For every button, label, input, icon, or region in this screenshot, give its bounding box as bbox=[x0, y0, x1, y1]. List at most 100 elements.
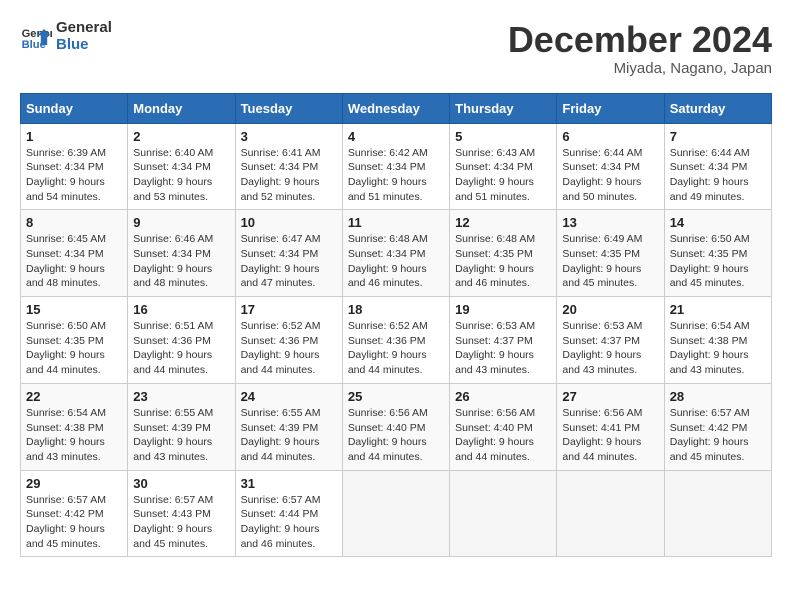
day-number: 19 bbox=[455, 302, 551, 317]
calendar-cell bbox=[342, 470, 449, 557]
col-header-thursday: Thursday bbox=[450, 93, 557, 123]
day-number: 2 bbox=[133, 129, 229, 144]
calendar-cell: 17Sunrise: 6:52 AMSunset: 4:36 PMDayligh… bbox=[235, 297, 342, 384]
calendar-header-row: SundayMondayTuesdayWednesdayThursdayFrid… bbox=[21, 93, 772, 123]
day-number: 29 bbox=[26, 476, 122, 491]
calendar-cell: 31Sunrise: 6:57 AMSunset: 4:44 PMDayligh… bbox=[235, 470, 342, 557]
day-number: 23 bbox=[133, 389, 229, 404]
day-number: 22 bbox=[26, 389, 122, 404]
day-detail: Sunrise: 6:57 AMSunset: 4:43 PMDaylight:… bbox=[133, 493, 229, 552]
day-detail: Sunrise: 6:48 AMSunset: 4:34 PMDaylight:… bbox=[348, 232, 444, 291]
calendar-cell: 7 Sunrise: 6:44 AMSunset: 4:34 PMDaylight… bbox=[664, 123, 771, 210]
day-detail: Sunrise: 6:42 AMSunset: 4:34 PMDaylight:… bbox=[348, 146, 444, 205]
day-number: 24 bbox=[241, 389, 337, 404]
calendar-cell: 8Sunrise: 6:45 AMSunset: 4:34 PMDaylight… bbox=[21, 210, 128, 297]
calendar-cell bbox=[557, 470, 664, 557]
day-detail: Sunrise: 6:54 AMSunset: 4:38 PMDaylight:… bbox=[670, 319, 766, 378]
calendar-cell: 2 Sunrise: 6:40 AMSunset: 4:34 PMDaylight… bbox=[128, 123, 235, 210]
day-detail: Sunrise: 6:50 AMSunset: 4:35 PMDaylight:… bbox=[26, 319, 122, 378]
calendar-week-2: 8Sunrise: 6:45 AMSunset: 4:34 PMDaylight… bbox=[21, 210, 772, 297]
col-header-saturday: Saturday bbox=[664, 93, 771, 123]
day-detail: Sunrise: 6:49 AMSunset: 4:35 PMDaylight:… bbox=[562, 232, 658, 291]
col-header-monday: Monday bbox=[128, 93, 235, 123]
day-number: 10 bbox=[241, 215, 337, 230]
day-number: 18 bbox=[348, 302, 444, 317]
day-detail: Sunrise: 6:55 AMSunset: 4:39 PMDaylight:… bbox=[133, 406, 229, 465]
day-number: 14 bbox=[670, 215, 766, 230]
logo-icon: General Blue bbox=[20, 21, 52, 53]
calendar-cell: 20 Sunrise: 6:53 AMSunset: 4:37 PMDayligh… bbox=[557, 297, 664, 384]
col-header-wednesday: Wednesday bbox=[342, 93, 449, 123]
day-number: 7 bbox=[670, 129, 766, 144]
calendar-cell: 24Sunrise: 6:55 AMSunset: 4:39 PMDayligh… bbox=[235, 383, 342, 470]
logo-blue: Blue bbox=[56, 37, 112, 54]
day-detail: Sunrise: 6:43 AMSunset: 4:34 PMDaylight:… bbox=[455, 146, 551, 205]
day-detail: Sunrise: 6:48 AMSunset: 4:35 PMDaylight:… bbox=[455, 232, 551, 291]
calendar-cell: 12 Sunrise: 6:48 AMSunset: 4:35 PMDayligh… bbox=[450, 210, 557, 297]
month-title: December 2024 bbox=[508, 20, 772, 60]
calendar-cell: 15Sunrise: 6:50 AMSunset: 4:35 PMDayligh… bbox=[21, 297, 128, 384]
calendar-cell bbox=[450, 470, 557, 557]
day-detail: Sunrise: 6:56 AMSunset: 4:40 PMDaylight:… bbox=[348, 406, 444, 465]
title-block: December 2024 Miyada, Nagano, Japan bbox=[508, 20, 772, 77]
day-number: 27 bbox=[562, 389, 658, 404]
page-header: General Blue General Blue December 2024 … bbox=[20, 20, 772, 77]
day-number: 16 bbox=[133, 302, 229, 317]
day-number: 3 bbox=[241, 129, 337, 144]
location-subtitle: Miyada, Nagano, Japan bbox=[508, 60, 772, 77]
col-header-tuesday: Tuesday bbox=[235, 93, 342, 123]
calendar-week-5: 29Sunrise: 6:57 AMSunset: 4:42 PMDayligh… bbox=[21, 470, 772, 557]
logo-general: General bbox=[56, 20, 112, 37]
col-header-sunday: Sunday bbox=[21, 93, 128, 123]
calendar-cell: 10 Sunrise: 6:47 AMSunset: 4:34 PMDayligh… bbox=[235, 210, 342, 297]
calendar-cell: 23 Sunrise: 6:55 AMSunset: 4:39 PMDayligh… bbox=[128, 383, 235, 470]
day-number: 12 bbox=[455, 215, 551, 230]
day-number: 26 bbox=[455, 389, 551, 404]
day-number: 4 bbox=[348, 129, 444, 144]
day-number: 1 bbox=[26, 129, 122, 144]
calendar-cell: 27 Sunrise: 6:56 AMSunset: 4:41 PMDayligh… bbox=[557, 383, 664, 470]
calendar-cell: 1 Sunrise: 6:39 AMSunset: 4:34 PMDaylight… bbox=[21, 123, 128, 210]
col-header-friday: Friday bbox=[557, 93, 664, 123]
calendar-cell: 6 Sunrise: 6:44 AMSunset: 4:34 PMDaylight… bbox=[557, 123, 664, 210]
calendar-cell: 26Sunrise: 6:56 AMSunset: 4:40 PMDayligh… bbox=[450, 383, 557, 470]
day-detail: Sunrise: 6:41 AMSunset: 4:34 PMDaylight:… bbox=[241, 146, 337, 205]
day-detail: Sunrise: 6:56 AMSunset: 4:41 PMDaylight:… bbox=[562, 406, 658, 465]
calendar-cell: 22 Sunrise: 6:54 AMSunset: 4:38 PMDayligh… bbox=[21, 383, 128, 470]
calendar-week-3: 15Sunrise: 6:50 AMSunset: 4:35 PMDayligh… bbox=[21, 297, 772, 384]
calendar-table: SundayMondayTuesdayWednesdayThursdayFrid… bbox=[20, 93, 772, 558]
calendar-cell: 28Sunrise: 6:57 AMSunset: 4:42 PMDayligh… bbox=[664, 383, 771, 470]
calendar-cell: 16Sunrise: 6:51 AMSunset: 4:36 PMDayligh… bbox=[128, 297, 235, 384]
calendar-cell: 13 Sunrise: 6:49 AMSunset: 4:35 PMDayligh… bbox=[557, 210, 664, 297]
day-number: 30 bbox=[133, 476, 229, 491]
day-number: 31 bbox=[241, 476, 337, 491]
day-number: 13 bbox=[562, 215, 658, 230]
day-detail: Sunrise: 6:53 AMSunset: 4:37 PMDaylight:… bbox=[562, 319, 658, 378]
calendar-cell: 11 Sunrise: 6:48 AMSunset: 4:34 PMDayligh… bbox=[342, 210, 449, 297]
day-number: 20 bbox=[562, 302, 658, 317]
calendar-cell: 14 Sunrise: 6:50 AMSunset: 4:35 PMDayligh… bbox=[664, 210, 771, 297]
day-detail: Sunrise: 6:44 AMSunset: 4:34 PMDaylight:… bbox=[562, 146, 658, 205]
day-number: 25 bbox=[348, 389, 444, 404]
day-detail: Sunrise: 6:45 AMSunset: 4:34 PMDaylight:… bbox=[26, 232, 122, 291]
calendar-cell: 18 Sunrise: 6:52 AMSunset: 4:36 PMDayligh… bbox=[342, 297, 449, 384]
day-number: 21 bbox=[670, 302, 766, 317]
logo: General Blue General Blue bbox=[20, 20, 112, 53]
day-detail: Sunrise: 6:54 AMSunset: 4:38 PMDaylight:… bbox=[26, 406, 122, 465]
day-number: 9 bbox=[133, 215, 229, 230]
calendar-cell: 25 Sunrise: 6:56 AMSunset: 4:40 PMDayligh… bbox=[342, 383, 449, 470]
day-detail: Sunrise: 6:39 AMSunset: 4:34 PMDaylight:… bbox=[26, 146, 122, 205]
day-detail: Sunrise: 6:52 AMSunset: 4:36 PMDaylight:… bbox=[241, 319, 337, 378]
day-detail: Sunrise: 6:52 AMSunset: 4:36 PMDaylight:… bbox=[348, 319, 444, 378]
day-number: 6 bbox=[562, 129, 658, 144]
calendar-cell: 5 Sunrise: 6:43 AMSunset: 4:34 PMDaylight… bbox=[450, 123, 557, 210]
day-detail: Sunrise: 6:57 AMSunset: 4:42 PMDaylight:… bbox=[670, 406, 766, 465]
day-detail: Sunrise: 6:53 AMSunset: 4:37 PMDaylight:… bbox=[455, 319, 551, 378]
day-detail: Sunrise: 6:44 AMSunset: 4:34 PMDaylight:… bbox=[670, 146, 766, 205]
day-number: 11 bbox=[348, 215, 444, 230]
calendar-cell: 4 Sunrise: 6:42 AMSunset: 4:34 PMDaylight… bbox=[342, 123, 449, 210]
day-detail: Sunrise: 6:40 AMSunset: 4:34 PMDaylight:… bbox=[133, 146, 229, 205]
day-number: 5 bbox=[455, 129, 551, 144]
day-detail: Sunrise: 6:50 AMSunset: 4:35 PMDaylight:… bbox=[670, 232, 766, 291]
day-detail: Sunrise: 6:47 AMSunset: 4:34 PMDaylight:… bbox=[241, 232, 337, 291]
